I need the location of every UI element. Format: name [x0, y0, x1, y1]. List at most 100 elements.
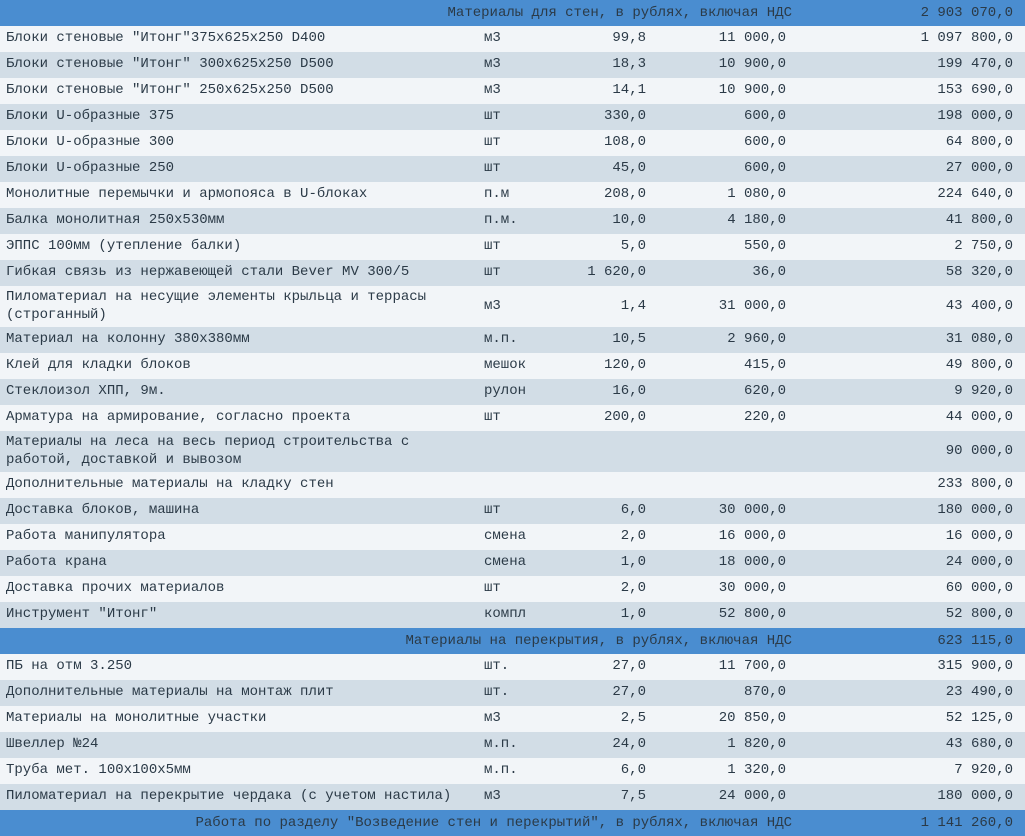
item-name: Блоки U-образные 300: [4, 134, 474, 152]
item-qty: 5,0: [554, 238, 664, 256]
item-name: Стеклоизол ХПП, 9м.: [4, 383, 474, 401]
estimate-table: Материалы для стен, в рублях, включая НД…: [0, 0, 1025, 836]
item-name: Балка монолитная 250x530мм: [4, 212, 474, 230]
table-row: Клей для кладки блоковмешок120,0415,049 …: [0, 353, 1025, 379]
item-price: 600,0: [664, 134, 804, 152]
item-name: ЭППС 100мм (утепление балки): [4, 238, 474, 256]
item-unit: рулон: [474, 383, 554, 401]
item-price: 10 900,0: [664, 82, 804, 100]
section-total: 623 115,0: [804, 633, 1021, 649]
item-price: 1 080,0: [664, 186, 804, 204]
item-price: 1 320,0: [664, 762, 804, 780]
table-row: Инструмент "Итонг"компл1,052 800,052 800…: [0, 602, 1025, 628]
item-name: Труба мет. 100x100x5мм: [4, 762, 474, 780]
item-name: Блоки стеновые "Итонг"375x625x250 D400: [4, 30, 474, 48]
item-total: 16 000,0: [804, 528, 1021, 546]
section-header: Материалы для стен, в рублях, включая НД…: [0, 0, 1025, 26]
item-price: 2 960,0: [664, 331, 804, 349]
item-total: 315 900,0: [804, 658, 1021, 676]
table-row: Блоки U-образные 375шт330,0600,0198 000,…: [0, 104, 1025, 130]
item-unit: смена: [474, 554, 554, 572]
item-total: 43 400,0: [804, 298, 1021, 316]
item-unit: шт.: [474, 658, 554, 676]
item-qty: 1,0: [554, 554, 664, 572]
table-row: Материалы на леса на весь период строите…: [0, 431, 1025, 472]
item-qty: 208,0: [554, 186, 664, 204]
item-qty: 45,0: [554, 160, 664, 178]
table-row: Блоки стеновые "Итонг" 250x625x250 D500м…: [0, 78, 1025, 104]
item-price: 550,0: [664, 238, 804, 256]
item-name: Материал на колонну 380x380мм: [4, 331, 474, 349]
item-name: Блоки U-образные 250: [4, 160, 474, 178]
table-row: Стеклоизол ХПП, 9м.рулон16,0620,09 920,0: [0, 379, 1025, 405]
item-price: 600,0: [664, 108, 804, 126]
item-qty: 108,0: [554, 134, 664, 152]
item-qty: 2,5: [554, 710, 664, 728]
item-name: Монолитные перемычки и армопояса в U-бло…: [4, 186, 474, 204]
item-qty: 10,0: [554, 212, 664, 230]
item-total: 41 800,0: [804, 212, 1021, 230]
table-row: ПБ на отм 3.250шт.27,011 700,0315 900,0: [0, 654, 1025, 680]
item-qty: 18,3: [554, 56, 664, 74]
section-header: Материалы на перекрытия, в рублях, включ…: [0, 628, 1025, 654]
item-price: 870,0: [664, 684, 804, 702]
item-total: 60 000,0: [804, 580, 1021, 598]
table-row: Пиломатериал на несущие элементы крыльца…: [0, 286, 1025, 327]
item-total: 1 097 800,0: [804, 30, 1021, 48]
item-unit: м3: [474, 710, 554, 728]
item-qty: 120,0: [554, 357, 664, 375]
item-price: 1 820,0: [664, 736, 804, 754]
item-unit: шт: [474, 502, 554, 520]
item-price: 16 000,0: [664, 528, 804, 546]
table-row: Доставка прочих материаловшт2,030 000,06…: [0, 576, 1025, 602]
item-total: 233 800,0: [804, 476, 1021, 494]
item-name: Дополнительные материалы на кладку стен: [4, 476, 474, 494]
item-name: Пиломатериал на перекрытие чердака (с уч…: [4, 788, 474, 806]
item-total: 44 000,0: [804, 409, 1021, 427]
item-unit: шт: [474, 264, 554, 282]
table-row: Блоки стеновые "Итонг"375x625x250 D400м3…: [0, 26, 1025, 52]
item-unit: шт.: [474, 684, 554, 702]
item-total: 52 800,0: [804, 606, 1021, 624]
item-qty: 1,0: [554, 606, 664, 624]
item-price: 600,0: [664, 160, 804, 178]
item-unit: шт: [474, 238, 554, 256]
item-qty: 27,0: [554, 684, 664, 702]
item-total: 27 000,0: [804, 160, 1021, 178]
item-name: Доставка прочих материалов: [4, 580, 474, 598]
table-row: Арматура на армирование, согласно проект…: [0, 405, 1025, 431]
section-title: Работа по разделу "Возведение стен и пер…: [4, 815, 804, 831]
item-unit: компл: [474, 606, 554, 624]
section-header: Работа по разделу "Возведение стен и пер…: [0, 810, 1025, 836]
item-price: 4 180,0: [664, 212, 804, 230]
item-price: 620,0: [664, 383, 804, 401]
item-name: Арматура на армирование, согласно проект…: [4, 409, 474, 427]
table-row: Работа манипуляторасмена2,016 000,016 00…: [0, 524, 1025, 550]
item-unit: шт: [474, 580, 554, 598]
item-unit: м3: [474, 298, 554, 316]
item-qty: 99,8: [554, 30, 664, 48]
item-total: 64 800,0: [804, 134, 1021, 152]
item-name: ПБ на отм 3.250: [4, 658, 474, 676]
item-qty: 1 620,0: [554, 264, 664, 282]
item-total: 49 800,0: [804, 357, 1021, 375]
item-unit: м3: [474, 82, 554, 100]
item-name: Материалы на леса на весь период строите…: [4, 434, 474, 469]
item-price: 20 850,0: [664, 710, 804, 728]
item-name: Блоки стеновые "Итонг" 300x625x250 D500: [4, 56, 474, 74]
table-row: Труба мет. 100x100x5ммм.п.6,01 320,07 92…: [0, 758, 1025, 784]
item-qty: 330,0: [554, 108, 664, 126]
table-row: Балка монолитная 250x530ммп.м.10,04 180,…: [0, 208, 1025, 234]
table-row: Материал на колонну 380x380ммм.п.10,52 9…: [0, 327, 1025, 353]
item-unit: п.м: [474, 186, 554, 204]
item-total: 180 000,0: [804, 788, 1021, 806]
item-unit: м3: [474, 30, 554, 48]
item-unit: п.м.: [474, 212, 554, 230]
item-unit: м3: [474, 56, 554, 74]
item-unit: шт: [474, 409, 554, 427]
item-name: Материалы на монолитные участки: [4, 710, 474, 728]
table-row: Швеллер №24м.п.24,01 820,043 680,0: [0, 732, 1025, 758]
section-title: Материалы на перекрытия, в рублях, включ…: [4, 633, 804, 649]
item-total: 24 000,0: [804, 554, 1021, 572]
item-price: 31 000,0: [664, 298, 804, 316]
